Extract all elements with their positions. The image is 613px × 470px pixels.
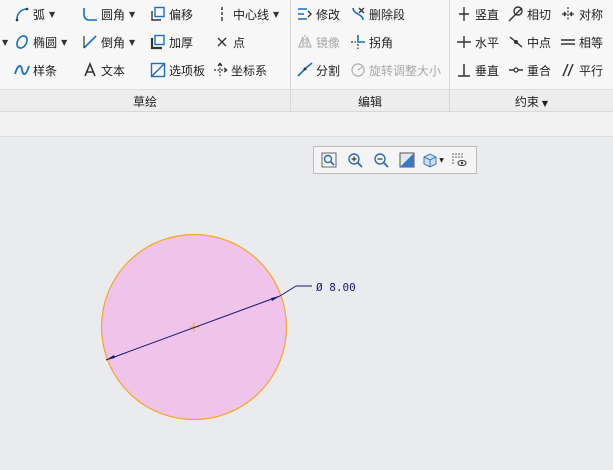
dimension-leader xyxy=(279,285,312,297)
diameter-dimension-label[interactable]: Ø 8.00 xyxy=(316,281,356,294)
sketch-canvas[interactable] xyxy=(0,0,613,470)
